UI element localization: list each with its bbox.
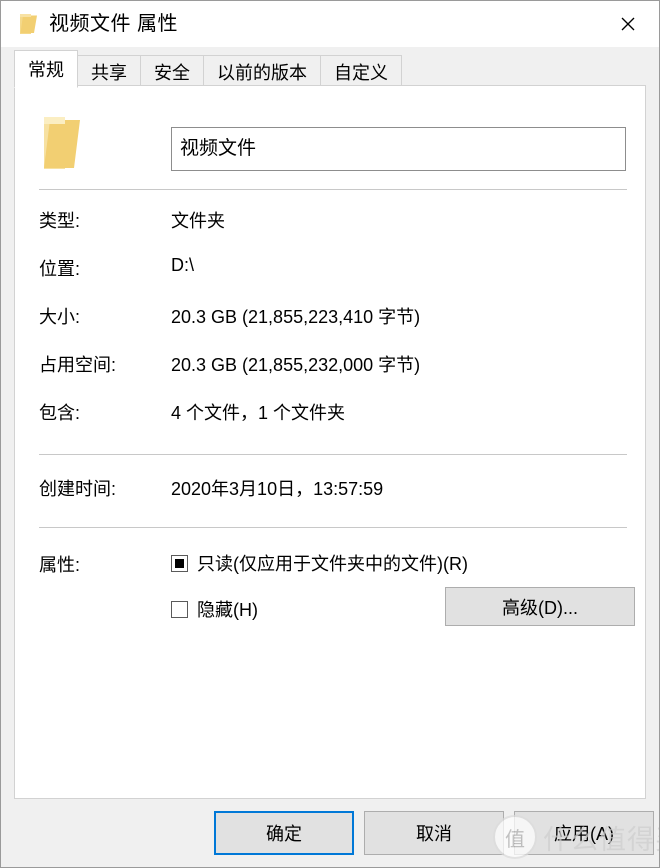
property-label: 包含: [39,403,81,423]
property-row-size: 大小: 20.3 GB (21,855,223,410 字节) [15,294,645,342]
property-label: 大小: [39,307,81,327]
property-label: 位置: [39,259,81,279]
apply-button[interactable]: 应用(A) [514,811,654,855]
property-row-contains: 包含: 4 个文件，1 个文件夹 [15,390,645,438]
folder-name-input[interactable]: 视频文件 [171,127,626,171]
attributes-label: 属性: [39,555,81,575]
hidden-checkbox-row[interactable]: 隐藏(H) [171,596,258,622]
tab-security[interactable]: 安全 [140,55,204,88]
tab-general[interactable]: 常规 [14,50,78,88]
hidden-label: 隐藏(H) [197,600,258,620]
tab-strip: 常规 共享 安全 以前的版本 自定义 [1,47,659,88]
property-label: 占用空间: [39,355,117,375]
property-value: 20.3 GB (21,855,223,410 字节) [171,307,421,327]
property-list: 类型: 文件夹 位置: D:\ 大小: 20.3 GB (21,855,223,… [15,198,645,438]
folder-header: 视频文件 [15,86,645,184]
cancel-button[interactable]: 取消 [364,811,504,855]
readonly-checkbox-row[interactable]: 只读(仅应用于文件夹中的文件)(R) [171,550,468,576]
tab-sharing[interactable]: 共享 [77,55,141,88]
property-value: D:\ [171,255,195,275]
property-row-created: 创建时间: 2020年3月10日，13:57:59 [15,466,645,514]
property-value: 20.3 GB (21,855,232,000 字节) [171,355,421,375]
divider-bottom [39,527,627,528]
readonly-checkbox[interactable] [171,554,188,572]
divider-middle [39,454,627,455]
divider-top [39,189,627,190]
tab-previous-versions[interactable]: 以前的版本 [203,55,321,88]
folder-properties-dialog: 视频文件 属性 常规 共享 安全 以前的版本 自定义 视频文件 类型: 文件夹 … [0,0,660,868]
close-button[interactable] [597,1,659,47]
property-label: 类型: [39,211,81,231]
readonly-label: 只读(仅应用于文件夹中的文件)(R) [197,554,468,574]
dialog-button-bar: 确定 取消 应用(A) [1,811,659,857]
tab-customize[interactable]: 自定义 [320,55,402,88]
window-title: 视频文件 属性 [49,13,179,35]
folder-icon-large [38,115,83,171]
general-tab-panel: 视频文件 类型: 文件夹 位置: D:\ 大小: 20.3 GB (21,855… [14,85,646,799]
property-row-size-on-disk: 占用空间: 20.3 GB (21,855,232,000 字节) [15,342,645,390]
title-bar: 视频文件 属性 [1,1,659,47]
property-value: 文件夹 [171,211,225,231]
hidden-checkbox[interactable] [171,600,188,618]
folder-icon [18,13,38,35]
property-row-type: 类型: 文件夹 [15,198,645,246]
property-row-location: 位置: D:\ [15,246,645,294]
created-value: 2020年3月10日，13:57:59 [171,479,384,499]
advanced-button[interactable]: 高级(D)... [445,587,635,626]
ok-button[interactable]: 确定 [214,811,354,855]
created-label: 创建时间: [39,479,117,499]
property-value: 4 个文件，1 个文件夹 [171,403,346,423]
